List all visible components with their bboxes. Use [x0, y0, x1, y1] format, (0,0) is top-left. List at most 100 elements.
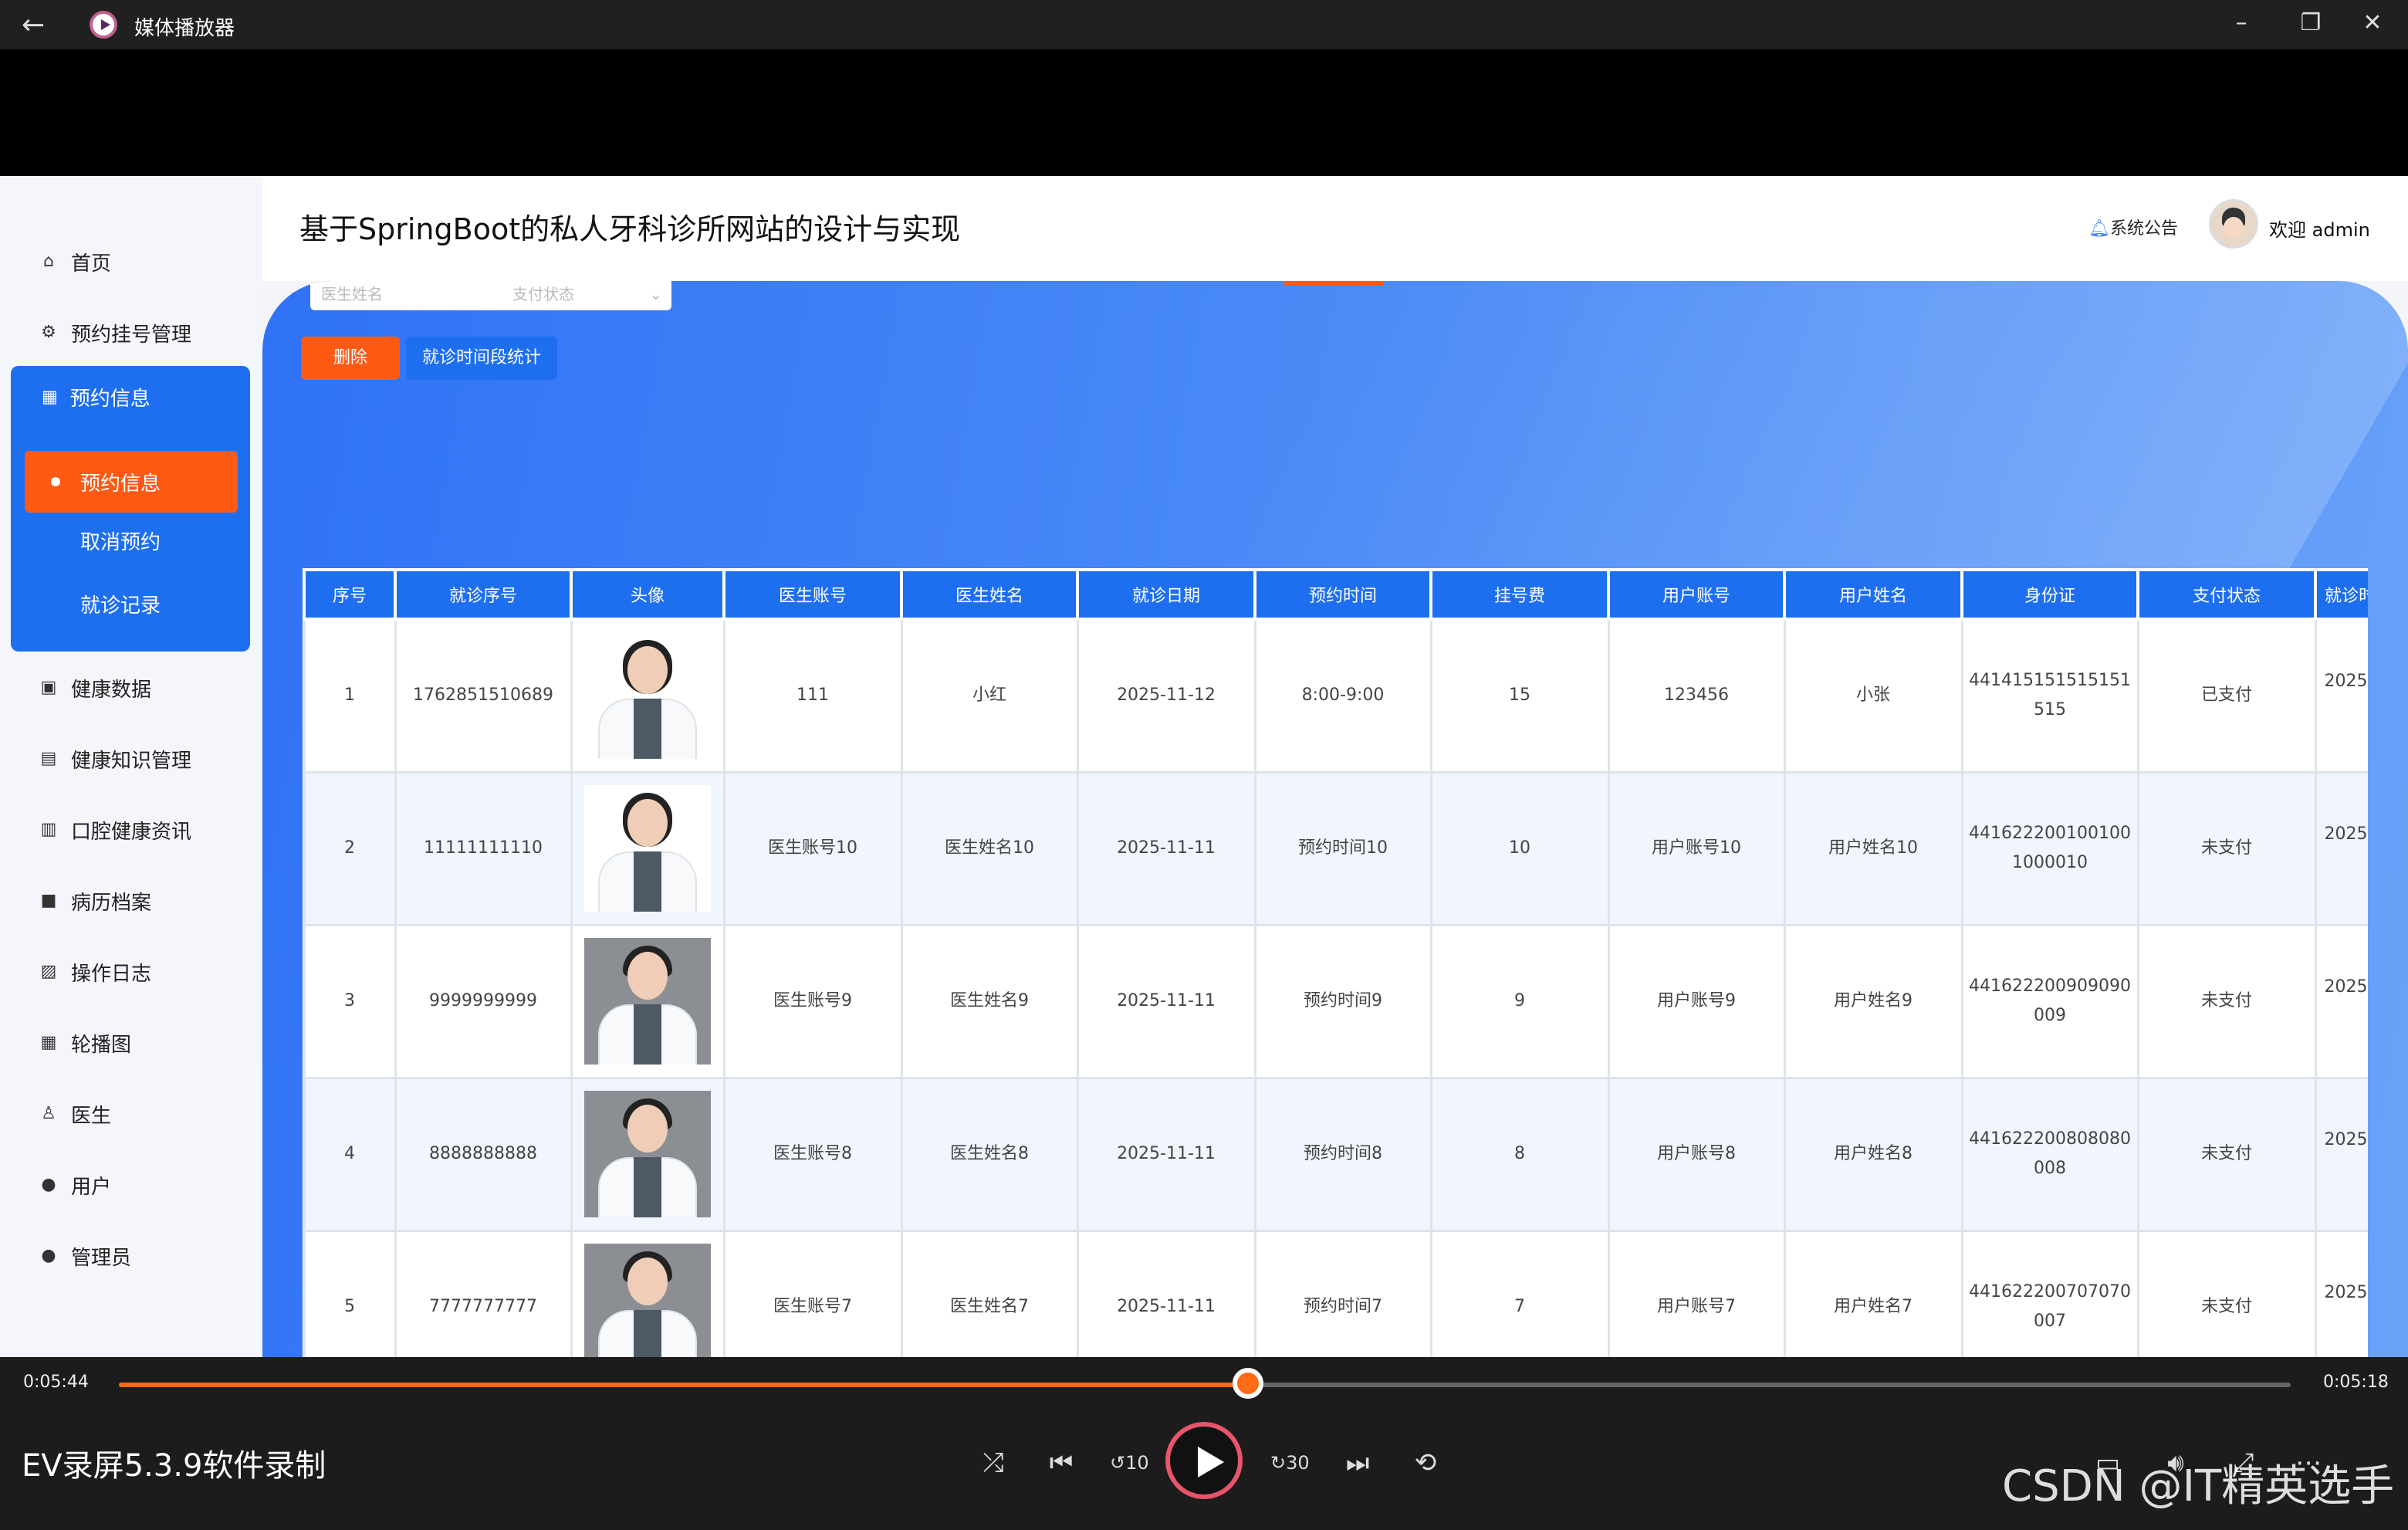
cell-doctor-account: 医生账号10: [722, 770, 903, 926]
sidebar-group-title[interactable]: ▦ 预约信息: [42, 383, 150, 411]
visit-time-stats-button[interactable]: 就诊时间段统计: [406, 337, 557, 380]
sidebar-item-medical-records[interactable]: ■ 病历档案: [40, 882, 151, 920]
cell-user-name: 用户姓名8: [1783, 1076, 1963, 1232]
column-header[interactable]: 挂号费: [1429, 568, 1610, 621]
delete-button[interactable]: 删除: [301, 337, 400, 380]
sidebar-item-admin[interactable]: ● 管理员: [40, 1237, 131, 1275]
doctor-photo[interactable]: [584, 1244, 711, 1357]
sidebar-item-home[interactable]: ⌂ 首页: [40, 242, 111, 281]
sidebar-item-health-knowledge[interactable]: ▤ 健康知识管理: [40, 740, 191, 778]
system-notice-link[interactable]: 🔔︎系统公告: [2088, 215, 2178, 239]
column-header[interactable]: 头像: [570, 568, 725, 621]
column-header[interactable]: 就诊日期: [1076, 568, 1256, 621]
cell-doctor-account: 医生账号7: [722, 1229, 903, 1357]
restore-icon[interactable]: ❐: [2295, 8, 2326, 39]
seek-knob[interactable]: [1233, 1368, 1264, 1399]
id-line-2: 009: [2034, 1006, 2066, 1025]
sidebar-item-oral-health-news[interactable]: ▥ 口腔健康资讯: [40, 811, 191, 849]
sidebar-subitem-appointment-info[interactable]: 预约信息: [25, 451, 238, 513]
close-icon[interactable]: ✕: [2357, 8, 2388, 39]
cell-visit-date: 2025-11-11: [1076, 770, 1256, 926]
pay-status-select[interactable]: 支付状态 ⌄: [502, 281, 671, 310]
doctor-photo[interactable]: [584, 1091, 711, 1217]
column-header[interactable]: 支付状态: [2136, 568, 2317, 621]
column-header[interactable]: 就诊序号: [394, 568, 573, 621]
doctor-name-input[interactable]: 医生姓名: [310, 281, 523, 310]
column-header[interactable]: 序号: [303, 568, 397, 621]
video-viewport: ⌂ 首页 ⚙ 预约挂号管理 ▦ 预约信息 预约信息 取消预约 就诊记录 ▣ 健康…: [0, 176, 2408, 1357]
forward-30-icon[interactable]: ↻30: [1270, 1444, 1310, 1482]
sidebar-subitem-cancel-appointment[interactable]: 取消预约: [80, 526, 161, 555]
shuffle-icon[interactable]: ⤮: [974, 1444, 1013, 1482]
table-row[interactable]: 3 9999999999 医生账号9 医生姓名9 2025-11-11 预约时间9 9 用户账…: [303, 923, 2368, 1079]
table-row[interactable]: 2 11111111110 医生账号10 医生姓名10 2025-11-11 预约时间10…: [303, 770, 2368, 926]
sidebar-item-label: 健康知识管理: [71, 749, 192, 773]
rewind-10-icon[interactable]: ↺10: [1110, 1444, 1149, 1482]
sidebar-item-label: 病历档案: [71, 891, 152, 915]
welcome-text[interactable]: 欢迎 admin: [2269, 215, 2370, 242]
column-header[interactable]: 就诊时间: [2314, 568, 2368, 621]
column-header[interactable]: 用户账号: [1607, 568, 1786, 621]
sidebar-item-health-data[interactable]: ▣ 健康数据: [40, 669, 151, 707]
cell-avatar: [570, 770, 725, 926]
cell-index: 4: [303, 1076, 397, 1232]
cell-user-account: 用户账号9: [1607, 923, 1786, 1079]
sidebar-subitem-visit-records[interactable]: 就诊记录: [80, 590, 161, 618]
cell-avatar: [570, 923, 725, 1079]
sidebar-item-label: 口腔健康资讯: [71, 820, 192, 844]
cell-user-account: 用户账号7: [1607, 1229, 1786, 1357]
cell-visit-time: 2025: [2314, 770, 2368, 926]
column-header[interactable]: 医生账号: [722, 568, 903, 621]
cell-visit-date: 2025-11-11: [1076, 1229, 1256, 1357]
doctor-photo[interactable]: [584, 785, 711, 912]
player-controls: 0:05:44 0:05:18 EV录屏5.3.9软件录制 ⤮ ⏮ ↺10 ↻3…: [0, 1357, 2408, 1530]
cell-avatar: [570, 1076, 725, 1232]
table-row[interactable]: 5 7777777777 医生账号7 医生姓名7 2025-11-11 预约时间7 7 用户账…: [303, 1229, 2368, 1357]
home-icon: ⌂: [43, 252, 54, 271]
cell-appointment-time: 预约时间8: [1253, 1076, 1432, 1232]
cell-visit-number: 11111111110: [394, 770, 573, 926]
current-time: 0:05:44: [23, 1373, 89, 1392]
cell-doctor-account: 医生账号8: [722, 1076, 903, 1232]
table-header-row: 序号 就诊序号 头像 医生账号 医生姓名 就诊日期 预约时间 挂号费 用户账号 …: [303, 568, 2368, 621]
minimize-icon[interactable]: –: [2226, 8, 2257, 39]
sidebar-item-operation-log[interactable]: ▨ 操作日志: [40, 953, 151, 991]
column-header[interactable]: 身份证: [1960, 568, 2139, 621]
table-row[interactable]: 4 8888888888 医生账号8 医生姓名8 2025-11-11 预约时间8 8 用户账…: [303, 1076, 2368, 1232]
user-icon: ●: [41, 1175, 56, 1194]
cell-pay-status: 未支付: [2136, 770, 2317, 926]
repeat-icon[interactable]: ⟲: [1406, 1444, 1445, 1482]
cell-user-account: 用户账号8: [1607, 1076, 1786, 1232]
id-line-1: 441622200808080: [1969, 1129, 2131, 1149]
sidebar-item-appointment-mgmt[interactable]: ⚙ 预约挂号管理: [40, 313, 191, 352]
cell-index: 5: [303, 1229, 397, 1357]
avatar[interactable]: [2209, 199, 2258, 249]
cell-avatar: [570, 618, 725, 773]
doctor-photo[interactable]: [584, 938, 711, 1065]
cell-visit-time: 2025: [2314, 1229, 2368, 1357]
seek-bar[interactable]: [119, 1383, 2291, 1387]
doctor-photo[interactable]: [584, 632, 711, 760]
column-header[interactable]: 预约时间: [1253, 568, 1432, 621]
column-header[interactable]: 用户姓名: [1783, 568, 1963, 621]
user-icon: ●: [41, 1246, 56, 1265]
previous-icon[interactable]: ⏮: [1042, 1444, 1081, 1482]
cell-appointment-time: 预约时间10: [1253, 770, 1432, 926]
cell-id-number: 441622200100100 1000010: [1960, 770, 2139, 926]
window-title: 媒体播放器: [134, 17, 235, 40]
next-icon[interactable]: ⏭: [1338, 1444, 1377, 1482]
sidebar-item-user[interactable]: ● 用户: [40, 1166, 111, 1204]
play-button[interactable]: [1165, 1422, 1243, 1499]
media-player-icon: [90, 11, 117, 39]
system-notice-label: 系统公告: [2109, 219, 2178, 239]
table-row[interactable]: 1 1762851510689 111 小红 2025-11-12 8:00-9:00 15…: [303, 618, 2368, 773]
orange-accent-bar: [1284, 281, 1383, 286]
sidebar-item-doctor[interactable]: ♙ 医生: [40, 1095, 111, 1133]
doctor-photo-head: [627, 1258, 668, 1305]
back-arrow-icon[interactable]: ←: [22, 9, 45, 41]
box-icon: ▤: [40, 749, 57, 768]
column-header[interactable]: 医生姓名: [900, 568, 1079, 621]
sidebar-item-carousel[interactable]: ▦ 轮播图: [40, 1024, 131, 1062]
cell-visit-number: 1762851510689: [394, 618, 573, 773]
sidebar-item-label: 医生: [71, 1104, 112, 1128]
